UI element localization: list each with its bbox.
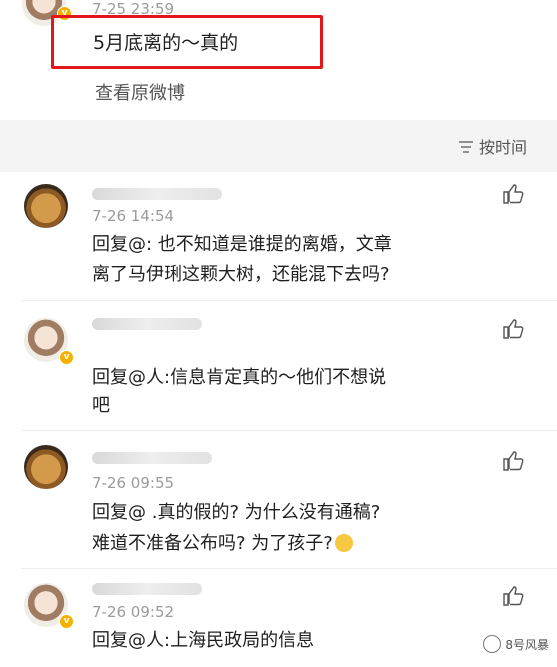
comment-text-line1: 回复@人:上海民政局的信息 [92, 630, 315, 651]
commenter-name-redacted [92, 318, 202, 330]
comment-text-line1: 回复@: 也不知道是谁提的离婚，文章 [92, 234, 392, 255]
verified-badge-icon: v [59, 350, 74, 365]
like-icon[interactable] [502, 183, 524, 205]
like-icon[interactable] [502, 318, 524, 340]
verified-badge-icon: v [59, 614, 74, 629]
like-icon[interactable] [502, 450, 524, 472]
laugh-emoji-icon [334, 534, 353, 552]
sort-label: 按时间 [478, 138, 527, 157]
origin-post-card: v 7-25 23:59 5月底离的～真的 查看原微博 [0, 0, 557, 120]
watermark-logo-icon [483, 635, 502, 653]
view-original-link[interactable]: 查看原微博 [95, 79, 185, 105]
like-icon[interactable] [502, 585, 524, 607]
comment-text-line2: 离了马伊琍这颗大树，还能混下去吗? [92, 264, 390, 285]
watermark: 8号风暴 [483, 635, 549, 653]
comment-text-line2-wrap: 难道不准备公布吗? 为了孩子? [92, 531, 353, 557]
comment-text-line2: 难道不准备公布吗? 为了孩子? [92, 533, 333, 554]
commenter-name-redacted [92, 583, 202, 595]
commenter-name-redacted [92, 452, 212, 464]
watermark-text: 8号风暴 [505, 637, 549, 652]
comment-text-line2: 吧 [92, 395, 110, 416]
comment-text-line1: 回复@人:信息肯定真的～他们不想说 [92, 367, 387, 388]
commenter-name-redacted [92, 188, 222, 200]
comment-timestamp: 7-26 14:54 [92, 207, 175, 225]
comment-timestamp: 7-26 09:55 [92, 474, 175, 492]
commenter-avatar[interactable] [24, 184, 68, 228]
comment-divider [22, 430, 557, 431]
sort-by-time-button[interactable]: 按时间 [457, 134, 527, 158]
comment-divider [22, 568, 557, 569]
comment-text-line1: 回复@ .真的假的? 为什么没有通稿? [92, 502, 381, 523]
origin-post-text: 5月底离的～真的 [93, 32, 239, 54]
sort-icon [458, 141, 473, 153]
commenter-avatar[interactable] [24, 445, 68, 489]
comment-divider [22, 300, 557, 301]
comment-timestamp: 7-26 09:52 [92, 603, 175, 621]
